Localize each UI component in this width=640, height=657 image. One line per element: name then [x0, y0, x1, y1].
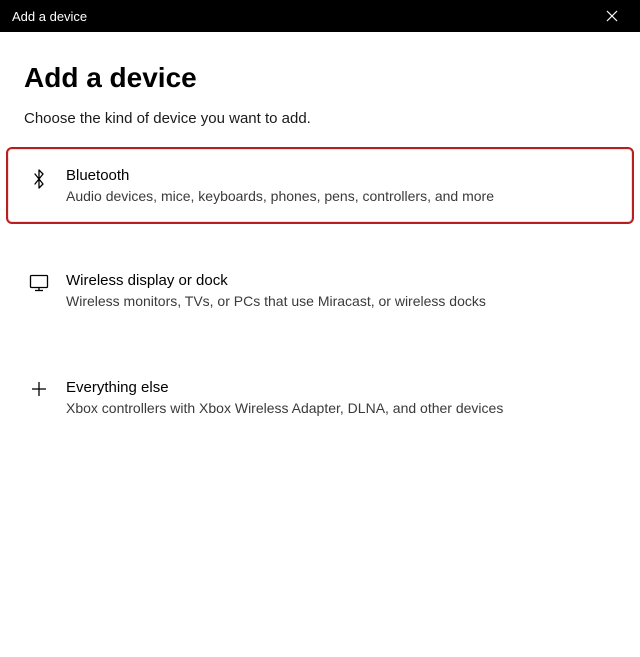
option-text: Wireless display or dock Wireless monito…: [66, 272, 614, 309]
page-subtitle: Choose the kind of device you want to ad…: [24, 110, 616, 127]
option-wireless-display[interactable]: Wireless display or dock Wireless monito…: [6, 252, 634, 329]
close-button[interactable]: [596, 0, 628, 32]
option-everything-else[interactable]: Everything else Xbox controllers with Xb…: [6, 359, 634, 436]
option-title: Everything else: [66, 379, 614, 396]
option-title: Wireless display or dock: [66, 272, 614, 289]
option-description: Wireless monitors, TVs, or PCs that use …: [66, 293, 614, 309]
plus-icon: [26, 381, 52, 397]
page-title: Add a device: [24, 62, 616, 94]
option-text: Bluetooth Audio devices, mice, keyboards…: [66, 167, 614, 204]
display-icon: [26, 274, 52, 292]
option-text: Everything else Xbox controllers with Xb…: [66, 379, 614, 416]
titlebar: Add a device: [0, 0, 640, 32]
close-icon: [606, 10, 618, 22]
option-description: Xbox controllers with Xbox Wireless Adap…: [66, 400, 614, 416]
option-title: Bluetooth: [66, 167, 614, 184]
titlebar-title: Add a device: [12, 9, 596, 24]
bluetooth-icon: [26, 169, 52, 189]
device-options: Bluetooth Audio devices, mice, keyboards…: [6, 147, 634, 436]
option-description: Audio devices, mice, keyboards, phones, …: [66, 188, 614, 204]
dialog-content: Add a device Choose the kind of device y…: [0, 32, 640, 436]
option-bluetooth[interactable]: Bluetooth Audio devices, mice, keyboards…: [6, 147, 634, 224]
